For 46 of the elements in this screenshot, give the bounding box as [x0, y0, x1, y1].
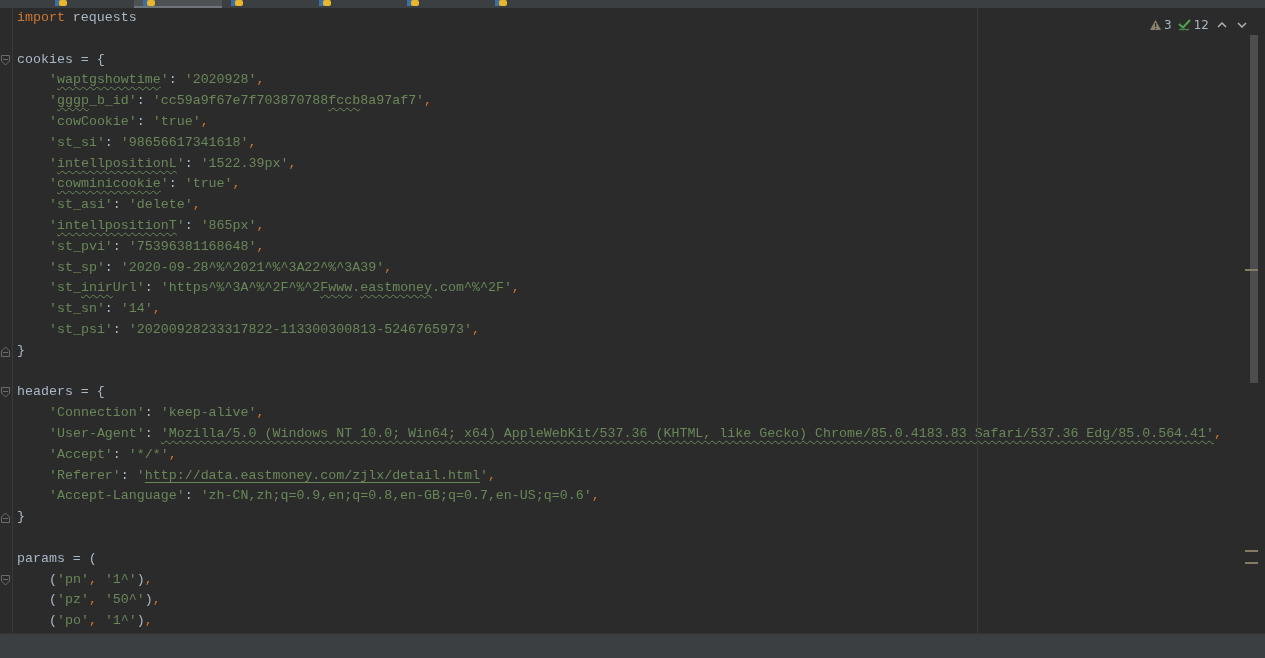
code-line: } — [17, 509, 25, 525]
warning-count[interactable]: 3 — [1164, 18, 1172, 32]
code-line: 'Accept-Language': 'zh-CN,zh;q=0.9,en;q=0.8,en-GB;q=0.7,en-US;q=0.6', — [49, 488, 600, 504]
code-line: ('po', '1^'), — [49, 613, 153, 629]
fold-icon[interactable] — [1, 387, 10, 399]
code-line: 'st_psi': '20200928233317822-113300300813-5246765973', — [49, 321, 480, 337]
chevron-up-icon — [1217, 22, 1227, 28]
check-icon — [1177, 19, 1191, 31]
code-line: 'st_sp': '2020-09-28^%^2021^%^3A22^%^3A39', — [49, 259, 393, 275]
code-line: 'st_sn': '14', — [49, 301, 161, 317]
fold-icon[interactable] — [1, 345, 10, 357]
code-line: headers = { — [17, 384, 105, 400]
python-file-icon — [230, 0, 244, 6]
code-line: 'User-Agent': 'Mozilla/5.0 (Windows NT 10.0; Win64; x64) AppleWebKit/537.36 (KHTML, like Gecko) Chrome/85.0.4183.83 Safari/537.36 Edg/85.0.564.41', — [49, 425, 1222, 441]
code-line: cookies = { — [17, 51, 105, 67]
code-line: params = ( — [17, 550, 97, 566]
code-line: 'st_inirUrl': 'https^%^3A^%^2F^%^2Fwww.eastmoney.com^%^2F', — [49, 280, 520, 296]
code-line: 'Connection': 'keep-alive', — [49, 405, 265, 421]
python-file-icon — [318, 0, 332, 6]
code-line: 'st_asi': 'delete', — [49, 197, 201, 213]
python-file-icon — [406, 0, 420, 6]
fold-icon[interactable] — [1, 512, 10, 524]
python-file-icon — [54, 0, 68, 6]
code-line: 'waptgshowtime': '2020928', — [49, 72, 265, 88]
code-line: ('pn', '1^'), — [49, 571, 153, 587]
code-line: 'cowminicookie': 'true', — [49, 176, 241, 192]
code-line: 'st_si': '98656617341618', — [49, 134, 257, 150]
code-line: import requests — [17, 10, 137, 25]
code-line: 'intellpositionT': '865px', — [49, 217, 265, 233]
code-line: 'gggp_b_id': 'cc59a9f67e7f703870788fccb8a97af7', — [49, 93, 433, 109]
code-line: 'Accept': '*/*', — [49, 446, 177, 462]
fold-icon[interactable] — [1, 54, 10, 66]
code-line: 'Referer': 'http://data.eastmoney.com/zjlx/detail.html', — [49, 467, 496, 483]
python-file-icon — [494, 0, 508, 6]
file-tab[interactable] — [134, 0, 222, 8]
code-line: } — [17, 342, 25, 358]
fold-icon[interactable] — [1, 574, 10, 586]
python-file-icon — [142, 0, 156, 6]
passed-count[interactable]: 12 — [1193, 18, 1209, 32]
code-line: 'cowCookie': 'true', — [49, 114, 209, 129]
scrollbar-thumb[interactable] — [1250, 35, 1258, 383]
warning-icon — [1150, 20, 1162, 30]
code-line: 'st_pvi': '75396381168648', — [49, 238, 265, 254]
chevron-down-icon — [1237, 22, 1247, 28]
code-line: ('pz', '50^'), — [49, 592, 161, 608]
code-line: 'intellpositionL': '1522.39px', — [49, 155, 297, 171]
